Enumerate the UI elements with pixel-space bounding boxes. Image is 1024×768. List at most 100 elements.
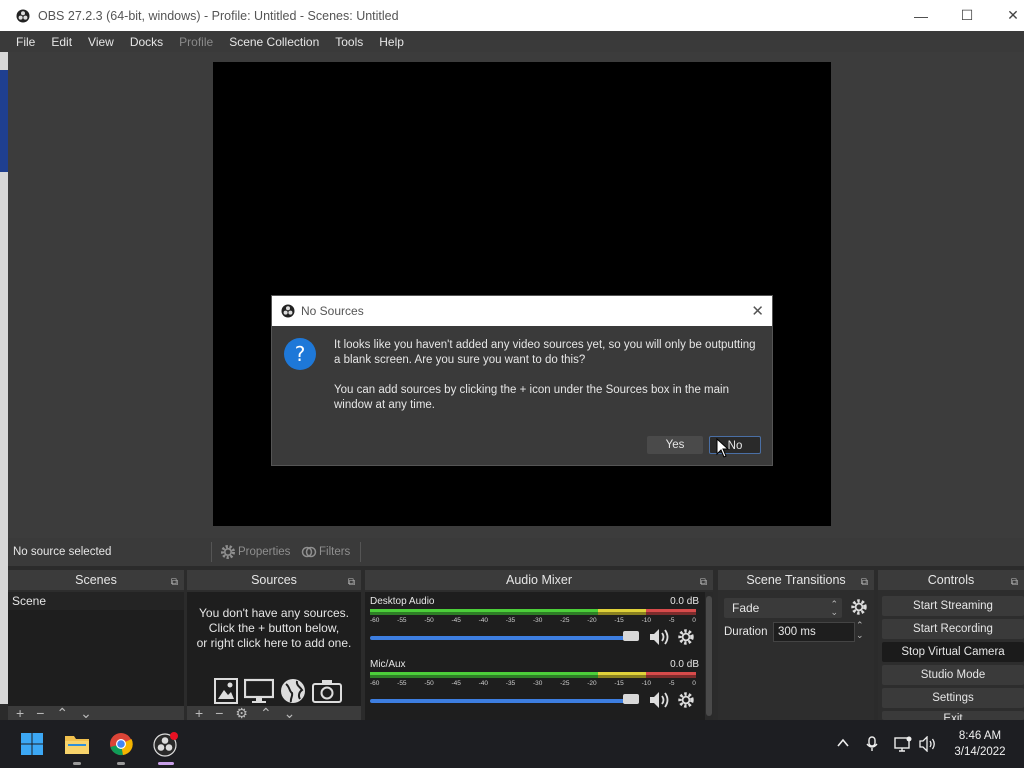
filters-icon	[301, 546, 317, 558]
volume-icon[interactable]	[919, 736, 937, 752]
remove-icon[interactable]: −	[36, 706, 44, 720]
volume-fader[interactable]	[370, 699, 638, 703]
volume-fader-handle[interactable]	[623, 631, 639, 641]
background-window-edge	[0, 52, 8, 704]
volume-fader-handle[interactable]	[623, 694, 639, 704]
channel-db: 0.0 dB	[670, 659, 699, 670]
obs-logo-icon	[16, 9, 30, 22]
dialog-hint: You can add sources by clicking the + ic…	[334, 384, 729, 411]
menu-docks[interactable]: Docks	[122, 35, 171, 49]
duration-label: Duration	[724, 626, 768, 638]
move-down-icon[interactable]: ⌄	[284, 706, 296, 720]
tick-label: -35	[505, 680, 516, 687]
start-recording-button[interactable]: Start Recording	[882, 619, 1024, 639]
obs-taskbar-icon[interactable]	[153, 732, 179, 758]
sources-header: Sources ⧉	[187, 570, 361, 590]
scene-list-item[interactable]: Scene	[8, 592, 184, 610]
question-icon: ?	[284, 338, 316, 370]
updown-arrows-icon: ⌃ ⌄	[830, 599, 838, 617]
transitions-title: Scene Transitions	[746, 573, 846, 587]
duration-input[interactable]: 300 ms	[773, 622, 855, 642]
undock-icon[interactable]: ⧉	[700, 573, 707, 593]
properties-button[interactable]: Properties	[220, 541, 290, 563]
menu-edit[interactable]: Edit	[43, 35, 80, 49]
stop-virtual-camera-button[interactable]: Stop Virtual Camera	[882, 642, 1024, 662]
obs-logo-icon	[281, 304, 295, 318]
controls-header: Controls ⧉	[878, 570, 1024, 590]
speaker-icon[interactable]	[649, 628, 671, 646]
separator	[360, 542, 361, 562]
duration-spinner-icon[interactable]: ⌃ ⌄	[856, 620, 864, 640]
move-up-icon[interactable]: ⌃	[56, 706, 68, 720]
add-icon[interactable]: +	[195, 706, 203, 720]
mixer-scrollbar[interactable]	[705, 592, 713, 720]
remove-icon[interactable]: −	[215, 706, 223, 720]
windows-start-icon[interactable]	[20, 732, 44, 756]
menu-view[interactable]: View	[80, 35, 122, 49]
controls-dock: Controls ⧉ Start Streaming Start Recordi…	[878, 570, 1024, 720]
sources-empty-line: You don't have any sources.	[199, 606, 349, 620]
maximize-button[interactable]: ☐	[944, 0, 990, 31]
file-explorer-icon[interactable]	[64, 732, 90, 756]
meter-ticks: -60 -55 -50 -45 -40 -35 -30 -25 -20 -15 …	[370, 680, 696, 687]
move-up-icon[interactable]: ⌃	[260, 706, 272, 720]
volume-fader[interactable]	[370, 636, 638, 640]
tick-label: -10	[641, 680, 651, 687]
menu-profile[interactable]: Profile	[171, 35, 221, 49]
volume-meter	[370, 672, 696, 678]
dialog-close-button[interactable]: ✕	[751, 302, 764, 320]
undock-icon[interactable]: ⧉	[171, 573, 178, 593]
filters-button[interactable]: Filters	[301, 541, 350, 563]
chevron-up-icon[interactable]	[836, 736, 850, 750]
sources-list[interactable]: You don't have any sources. Click the + …	[187, 592, 361, 720]
menu-help[interactable]: Help	[371, 35, 412, 49]
start-streaming-button[interactable]: Start Streaming	[882, 596, 1024, 616]
dialog-titlebar: No Sources ✕	[272, 296, 772, 326]
tick-label: -15	[614, 617, 624, 624]
undock-icon[interactable]: ⧉	[1011, 573, 1018, 593]
tick-label: -40	[478, 680, 489, 687]
channel-db: 0.0 dB	[670, 596, 699, 607]
menu-scene-collection[interactable]: Scene Collection	[221, 35, 327, 49]
tick-label: -50	[424, 680, 434, 687]
undock-icon[interactable]: ⧉	[861, 573, 868, 593]
sources-title: Sources	[251, 573, 297, 587]
studio-mode-button[interactable]: Studio Mode	[882, 665, 1024, 685]
gear-icon[interactable]: ⚙	[235, 706, 248, 720]
clock[interactable]: 8:46 AM 3/14/2022	[946, 728, 1014, 760]
tick-label: -5	[668, 617, 675, 624]
network-icon[interactable]	[894, 736, 912, 752]
gear-icon[interactable]	[850, 598, 868, 616]
separator	[211, 542, 212, 562]
dialog-message: It looks like you haven't added any vide…	[334, 339, 756, 366]
source-toolbar: No source selected Properties Filters	[8, 538, 1024, 566]
minimize-button[interactable]: —	[898, 0, 944, 31]
move-down-icon[interactable]: ⌄	[80, 706, 92, 720]
scenes-list[interactable]: Scene + − ⌃ ⌄	[8, 592, 184, 720]
gear-icon[interactable]	[677, 628, 695, 646]
sources-empty-message: You don't have any sources. Click the + …	[187, 606, 361, 651]
volume-meter	[370, 609, 696, 615]
tick-label: -40	[478, 617, 489, 624]
gear-icon[interactable]	[677, 691, 695, 709]
yes-button[interactable]: Yes	[647, 436, 703, 454]
camera-icon	[312, 678, 342, 704]
exit-button[interactable]: Exit	[882, 711, 1024, 720]
microphone-icon[interactable]	[865, 736, 879, 752]
undock-icon[interactable]: ⧉	[348, 573, 355, 593]
scenes-toolbar: + − ⌃ ⌄	[8, 706, 184, 720]
settings-button[interactable]: Settings	[882, 688, 1024, 708]
menu-tools[interactable]: Tools	[327, 35, 371, 49]
tick-label: 0	[692, 617, 696, 624]
add-icon[interactable]: +	[16, 706, 24, 720]
tick-label: -25	[560, 617, 570, 624]
filters-label: Filters	[319, 546, 351, 558]
source-type-icons	[214, 678, 342, 704]
menu-file[interactable]: File	[8, 35, 43, 49]
tick-label: -35	[505, 617, 516, 624]
close-button[interactable]: ✕	[990, 0, 1024, 31]
chrome-icon[interactable]	[109, 732, 133, 756]
taskbar: 8:46 AM 3/14/2022	[0, 720, 1024, 768]
transition-select[interactable]: Fade ⌃ ⌄	[724, 598, 842, 618]
speaker-icon[interactable]	[649, 691, 671, 709]
